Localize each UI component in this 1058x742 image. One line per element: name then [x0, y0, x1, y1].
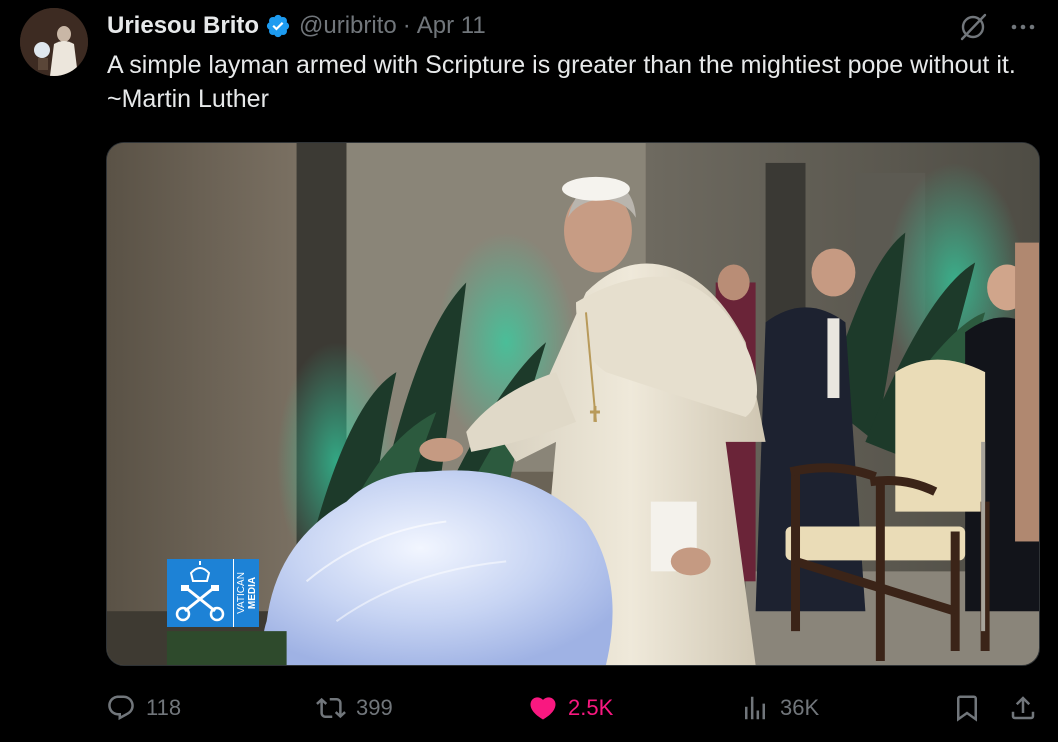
reply-button[interactable]: 118 [106, 688, 181, 728]
verified-badge-icon [265, 13, 291, 39]
repost-button[interactable]: 399 [316, 688, 393, 728]
repost-icon [316, 693, 346, 723]
vatican-media-wordmark: VATICAN MEDIA [233, 559, 259, 627]
bookmark-icon[interactable] [952, 693, 982, 723]
author-display-name[interactable]: Uriesou Brito [107, 12, 259, 40]
views-icon [740, 693, 770, 723]
watermark-line-2: MEDIA [246, 576, 258, 610]
separator-dot: · [402, 12, 411, 39]
tweet-actions-bar: 118 399 2.5K 36K [0, 688, 1058, 728]
watermark-line-1: VATICAN [235, 572, 247, 614]
like-button[interactable]: 2.5K [528, 688, 613, 728]
reply-icon [106, 693, 136, 723]
reply-count: 118 [146, 695, 182, 720]
grok-icon[interactable] [956, 10, 990, 44]
tweet-date[interactable]: Apr 11 [417, 12, 486, 40]
share-icon[interactable] [1008, 693, 1038, 723]
avatar-image [20, 8, 88, 76]
views-button[interactable]: 36K [740, 688, 819, 728]
tweet-text: A simple layman armed with Scripture is … [107, 51, 1016, 113]
vatican-media-watermark: VATICAN MEDIA [167, 559, 259, 627]
more-options-icon[interactable] [1006, 12, 1040, 42]
tweet-media-image[interactable]: VATICAN MEDIA [106, 142, 1040, 666]
like-count: 2.5K [568, 695, 614, 720]
vatican-keys-icon [167, 559, 233, 627]
views-count: 36K [780, 695, 820, 720]
tweet-card[interactable]: Uriesou Brito @uribrito · Apr 11 A simpl… [0, 0, 1058, 742]
heart-icon [528, 693, 558, 723]
repost-count: 399 [356, 695, 393, 720]
tweet-header: Uriesou Brito @uribrito · Apr 11 [107, 10, 486, 42]
avatar[interactable] [20, 8, 88, 76]
author-handle[interactable]: @uribrito [299, 12, 397, 40]
